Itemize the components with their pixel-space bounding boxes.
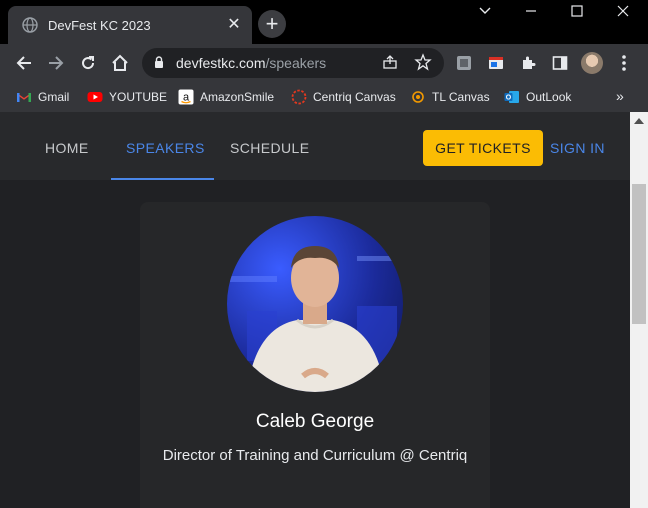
home-button[interactable] [106, 49, 134, 77]
gmail-icon [17, 93, 31, 102]
sign-in-link[interactable]: SIGN IN [550, 140, 605, 156]
extension-button-2[interactable] [486, 53, 506, 73]
svg-text:O: O [506, 95, 512, 102]
speaker-portrait-illustration [227, 246, 403, 392]
maximize-button[interactable] [554, 0, 600, 22]
reload-button[interactable] [74, 49, 102, 77]
scroll-up-arrow-icon[interactable] [634, 118, 644, 124]
get-tickets-button[interactable]: GET TICKETS [423, 130, 543, 166]
bookmark-centriq-canvas[interactable]: Centriq Canvas [291, 89, 396, 105]
nav-schedule-link[interactable]: SCHEDULE [230, 140, 309, 156]
bookmark-label: Centriq Canvas [313, 90, 396, 104]
profile-avatar[interactable] [581, 52, 603, 74]
puzzle-icon [523, 56, 536, 69]
address-bar[interactable]: devfestkc.com/speakers [142, 48, 444, 78]
browser-tab[interactable]: DevFest KC 2023 ✕ [8, 6, 252, 44]
page-viewport: HOME SPEAKERS SCHEDULE GET TICKETS SIGN … [0, 112, 630, 508]
site-header: HOME SPEAKERS SCHEDULE GET TICKETS SIGN … [0, 112, 630, 180]
bookmark-label: YOUTUBE [109, 90, 168, 104]
more-vert-icon[interactable] [614, 53, 634, 73]
bookmark-star-icon[interactable] [414, 53, 432, 71]
new-tab-button[interactable]: + [258, 10, 286, 38]
maximize-icon [571, 5, 583, 17]
speaker-card: Caleb George Director of Training and Cu… [140, 202, 490, 508]
canvas-icon [291, 89, 307, 105]
minimize-icon [526, 10, 536, 12]
side-panel-button[interactable] [550, 53, 570, 73]
browser-toolbar: devfestkc.com/speakers [0, 44, 648, 82]
amazon-icon: a [178, 89, 194, 105]
bookmark-youtube[interactable]: YOUTUBE [87, 89, 167, 105]
browser-window: DevFest KC 2023 ✕ + devfestkc.com/speake… [0, 0, 648, 508]
url-path: /speakers [265, 55, 327, 71]
chevron-down-icon [479, 7, 491, 14]
bookmarks-bar: Gmail YOUTUBE a AmazonSmile Centriq Canv… [0, 82, 648, 112]
tab-search-button[interactable] [462, 0, 508, 22]
bookmark-label: Gmail [38, 90, 70, 104]
bookmark-label: OutLook [526, 90, 572, 104]
extension-icon [457, 56, 471, 70]
globe-icon [22, 17, 38, 33]
close-window-button[interactable] [600, 0, 646, 22]
bookmark-outlook[interactable]: O OutLook [504, 89, 571, 105]
window-extension-icon [489, 57, 503, 69]
speaker-photo [227, 216, 403, 392]
bookmark-label: TL Canvas [432, 90, 490, 104]
arrow-right-icon [49, 56, 64, 70]
tl-canvas-icon [412, 91, 424, 103]
url-text[interactable]: devfestkc.com/speakers [176, 55, 326, 71]
bookmark-tl-canvas[interactable]: TL Canvas [410, 89, 490, 105]
scrollbar-thumb[interactable] [632, 184, 646, 324]
outlook-icon: O [504, 91, 519, 103]
side-panel-icon [552, 56, 568, 70]
bookmark-amazonsmile[interactable]: a AmazonSmile [178, 89, 274, 105]
share-icon[interactable] [382, 54, 398, 70]
lock-icon[interactable] [154, 56, 164, 69]
nav-speakers-link[interactable]: SPEAKERS [126, 140, 205, 156]
minimize-button[interactable] [508, 0, 554, 22]
tab-title: DevFest KC 2023 [48, 17, 151, 33]
speaker-title: Director of Training and Curriculum @ Ce… [162, 447, 468, 464]
reload-icon [82, 56, 95, 70]
bookmark-gmail[interactable]: Gmail [16, 89, 69, 105]
close-tab-icon[interactable]: ✕ [226, 17, 242, 33]
home-icon [112, 54, 128, 71]
page-scrollbar[interactable] [630, 112, 648, 508]
arrow-left-icon [16, 56, 31, 70]
nav-home-link[interactable]: HOME [45, 140, 89, 156]
more-bookmarks-icon[interactable]: » [616, 88, 624, 104]
active-tab-indicator [111, 178, 214, 180]
speaker-name: Caleb George [255, 411, 375, 432]
back-button[interactable] [10, 49, 38, 77]
close-icon [617, 5, 629, 17]
extensions-menu-button[interactable] [518, 53, 538, 73]
tab-strip: DevFest KC 2023 ✕ + [0, 0, 648, 44]
bookmark-label: AmazonSmile [200, 90, 275, 104]
url-domain: devfestkc.com [176, 55, 266, 71]
extension-button-1[interactable] [454, 53, 474, 73]
forward-button[interactable] [42, 49, 70, 77]
youtube-icon [87, 92, 103, 102]
